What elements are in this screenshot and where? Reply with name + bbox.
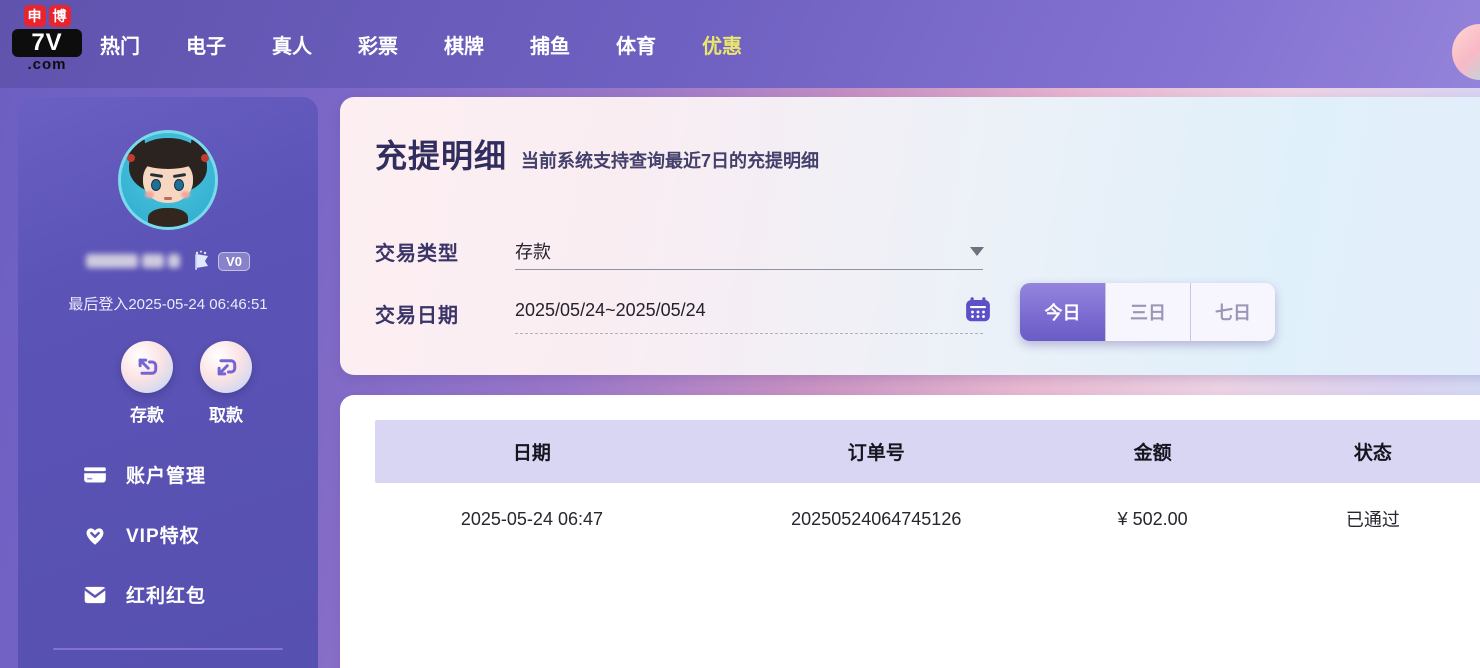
date-underline: [515, 333, 983, 334]
withdraw-label: 取款: [186, 401, 266, 426]
logo-name: 7V: [12, 29, 82, 57]
logo-tld: .com: [12, 57, 82, 73]
nav-item-hot[interactable]: 热门: [98, 26, 142, 63]
cell-status: 已通过: [1242, 506, 1480, 532]
profile-name-row: V0: [18, 249, 318, 273]
header-amount: 金额: [1064, 438, 1242, 465]
logo-badges: 申 博: [12, 5, 82, 27]
tab-seven-days[interactable]: 七日: [1190, 283, 1275, 341]
deposit-label: 存款: [107, 401, 187, 426]
page-header: 充提明细 当前系统支持查询最近7日的充提明细: [375, 131, 819, 177]
nav-item-live[interactable]: 真人: [270, 26, 314, 63]
main-menu: 热门 电子 真人 彩票 棋牌 捕鱼 体育 优惠: [98, 0, 744, 88]
vip-gem-icon: [82, 522, 108, 548]
cell-date: 2025-05-24 06:47: [375, 509, 689, 530]
withdraw-icon: [200, 341, 252, 393]
nav-item-lottery[interactable]: 彩票: [356, 26, 400, 63]
header-status: 状态: [1242, 438, 1480, 465]
cell-order-no: 20250524064745126: [689, 509, 1064, 530]
username-redacted: [86, 252, 184, 270]
sidebar-item-redpacket[interactable]: 红利红包: [82, 581, 206, 608]
header-date: 日期: [375, 438, 689, 465]
transaction-type-label: 交易类型: [375, 237, 459, 266]
page-title: 充提明细: [375, 131, 507, 177]
header-order-no: 订单号: [689, 438, 1064, 465]
sidebar-divider: [53, 648, 283, 650]
page-subtitle: 当前系统支持查询最近7日的充提明细: [521, 147, 819, 173]
page: 申 博 7V .com 热门 电子 真人 彩票 棋牌 捕鱼 体育 优惠: [0, 0, 1480, 668]
last-login-text: 最后登入2025-05-24 06:46:51: [18, 293, 318, 314]
transaction-date-value[interactable]: 2025/05/24~2025/05/24: [515, 300, 706, 321]
calendar-icon[interactable]: [963, 295, 993, 325]
profile-avatar: [118, 130, 218, 230]
logo-badge-shen: 申: [24, 5, 46, 27]
date-range-tabs: 今日 三日 七日: [1020, 283, 1275, 341]
vip-flag-icon: [192, 249, 216, 273]
user-cluster: V0 ¥ 509: [1190, 0, 1480, 88]
vip-badge: V0: [218, 252, 250, 271]
transaction-type-value[interactable]: 存款: [515, 238, 551, 264]
top-nav: 申 博 7V .com 热门 电子 真人 彩票 棋牌 捕鱼 体育 优惠: [0, 0, 1480, 88]
table-row: 2025-05-24 06:47 20250524064745126 ¥ 502…: [375, 483, 1480, 555]
deposit-icon: [121, 341, 173, 393]
profile-vip-level: V0: [192, 249, 250, 273]
sidebar-item-label: 红利红包: [126, 581, 206, 608]
tab-three-days[interactable]: 三日: [1105, 283, 1190, 341]
sidebar-item-account[interactable]: 账户管理: [82, 461, 206, 488]
red-packet-icon: [82, 582, 108, 608]
chevron-down-icon[interactable]: [970, 247, 984, 256]
sidebar: V0 最后登入2025-05-24 06:46:51 存款: [18, 97, 318, 668]
sidebar-item-vip[interactable]: VIP特权: [82, 521, 200, 548]
records-card: 日期 订单号 金额 状态 2025-05-24 06:47 2025052406…: [340, 395, 1480, 668]
cell-amount: ¥ 502.00: [1064, 509, 1242, 530]
nav-item-cards[interactable]: 棋牌: [442, 26, 486, 63]
transaction-date-label: 交易日期: [375, 299, 459, 328]
logo-badge-bo: 博: [49, 5, 71, 27]
withdraw-button[interactable]: 取款: [186, 341, 266, 426]
deposit-button[interactable]: 存款: [107, 341, 187, 426]
tab-today[interactable]: 今日: [1020, 283, 1105, 341]
filter-card: 充提明细 当前系统支持查询最近7日的充提明细 交易类型 存款 交易日期 2025…: [340, 97, 1480, 375]
nav-item-slots[interactable]: 电子: [184, 26, 228, 63]
sidebar-item-label: VIP特权: [126, 521, 200, 548]
transactions-table: 日期 订单号 金额 状态 2025-05-24 06:47 2025052406…: [375, 420, 1480, 555]
nav-item-sports[interactable]: 体育: [614, 26, 658, 63]
nav-item-promos[interactable]: 优惠: [700, 26, 744, 63]
sidebar-item-label: 账户管理: [126, 461, 206, 488]
brand-logo[interactable]: 申 博 7V .com: [12, 5, 82, 73]
table-header-row: 日期 订单号 金额 状态: [375, 420, 1480, 483]
bank-card-icon: [82, 462, 108, 488]
nav-item-fishing[interactable]: 捕鱼: [528, 26, 572, 63]
type-underline: [515, 269, 983, 270]
